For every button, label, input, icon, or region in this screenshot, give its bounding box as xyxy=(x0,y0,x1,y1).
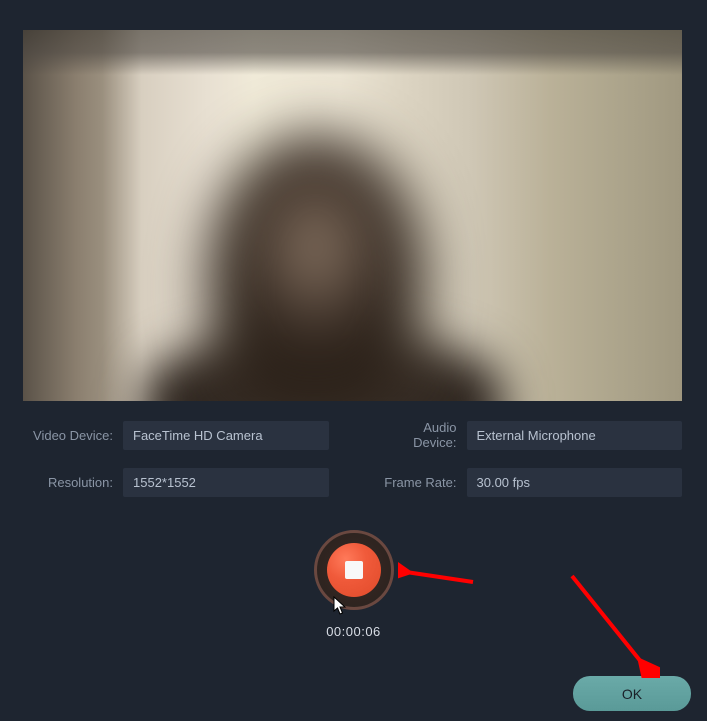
frame-rate-input[interactable] xyxy=(467,468,683,497)
audio-device-label: Audio Device: xyxy=(377,420,467,450)
audio-device-input[interactable] xyxy=(467,421,683,450)
camera-preview xyxy=(23,30,682,401)
video-device-label: Video Device: xyxy=(23,428,123,443)
elapsed-time: 00:00:06 xyxy=(326,624,381,639)
video-device-input[interactable] xyxy=(123,421,329,450)
resolution-label: Resolution: xyxy=(23,475,123,490)
video-device-field: Video Device: xyxy=(23,420,329,450)
frame-rate-field: Frame Rate: xyxy=(377,468,683,497)
frame-rate-label: Frame Rate: xyxy=(377,475,467,490)
audio-device-field: Audio Device: xyxy=(377,420,683,450)
ok-button[interactable]: OK xyxy=(573,676,691,711)
resolution-field: Resolution: xyxy=(23,468,329,497)
preview-subject-head xyxy=(208,135,423,401)
stop-icon xyxy=(345,561,363,579)
record-button-inner xyxy=(327,543,381,597)
resolution-input[interactable] xyxy=(123,468,329,497)
preview-background xyxy=(23,30,682,75)
stop-record-button[interactable] xyxy=(314,530,394,610)
record-controls: 00:00:06 xyxy=(0,530,707,639)
settings-panel: Video Device: Audio Device: Resolution: … xyxy=(23,420,682,515)
